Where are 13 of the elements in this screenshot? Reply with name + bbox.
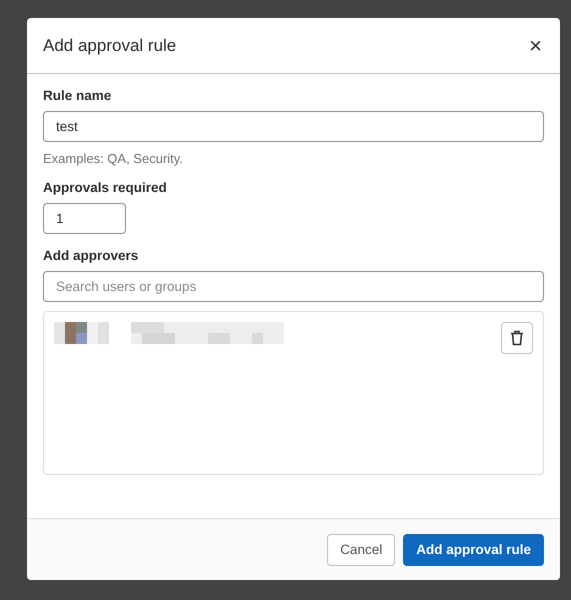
- number-field[interactable]: 1: [43, 203, 126, 234]
- field-label: Add approvers: [43, 248, 140, 263]
- modal-title: Add approval rule: [43, 36, 176, 56]
- field-label: Rule name: [43, 88, 112, 103]
- trash-icon: [510, 330, 524, 346]
- cancel-button[interactable]: Cancel: [327, 534, 396, 566]
- add-rule-button[interactable]: Add approval rule: [403, 534, 544, 566]
- close-button[interactable]: ×: [527, 34, 544, 56]
- rule-name-field[interactable]: test: [43, 111, 544, 142]
- field-label: Approvals required: [43, 180, 168, 195]
- help-text: Examples: QA, Security.: [43, 151, 184, 166]
- delete-button[interactable]: [501, 322, 533, 354]
- search-field[interactable]: Search users or groups: [43, 271, 544, 302]
